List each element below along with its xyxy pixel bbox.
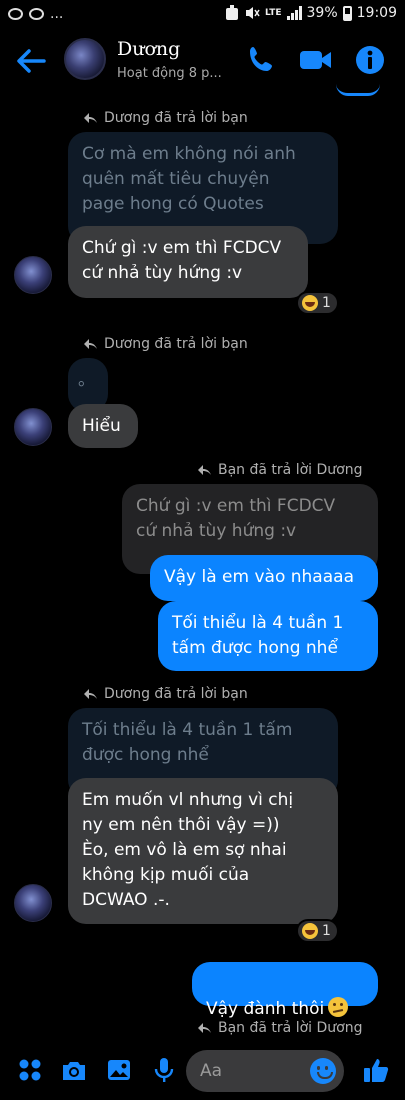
reply-note: Dương đã trả lời bạn	[84, 336, 248, 352]
sender-avatar[interactable]	[14, 408, 52, 446]
message-text: Vậy đành thôi	[206, 999, 325, 1019]
reply-note-text: Dương đã trả lời bạn	[104, 110, 248, 126]
reply-arrow-icon	[198, 465, 211, 475]
reply-arrow-icon	[198, 1023, 211, 1033]
contact-avatar[interactable]	[64, 38, 106, 80]
message-input[interactable]: Aa	[186, 1050, 344, 1092]
gallery-icon[interactable]	[105, 1056, 133, 1084]
menu-dots-icon[interactable]	[16, 1056, 44, 1084]
thumbs-up-icon[interactable]	[362, 1056, 390, 1084]
contact-status: Hoạt động 8 p...	[117, 66, 222, 81]
chat-header: Dương Hoạt động 8 p...	[0, 30, 405, 92]
incoming-message[interactable]: Chứ gì :v em thì FCDCV cứ nhả tùy hứng :…	[68, 226, 308, 298]
system-icons: LTE 39% 19:09	[225, 5, 397, 21]
confused-emoji-icon	[328, 997, 349, 1017]
outgoing-message[interactable]: Vậy là em vào nhaaaa	[150, 555, 378, 601]
back-arrow-icon[interactable]	[14, 44, 48, 78]
notification-icon	[8, 8, 23, 20]
laugh-emoji-icon	[302, 923, 318, 939]
message-input-placeholder: Aa	[200, 1061, 223, 1081]
battery-percent: 39%	[306, 5, 338, 21]
notification-more: ...	[50, 6, 64, 22]
previous-message-edge	[336, 84, 380, 96]
reply-arrow-icon	[84, 339, 97, 349]
incoming-message[interactable]: Em muốn vl nhưng vì chị ny em nên thôi v…	[68, 778, 338, 924]
sender-avatar[interactable]	[14, 256, 52, 294]
outgoing-message[interactable]: Tối thiểu là 4 tuần 1 tấm được hong nhể	[158, 601, 378, 671]
composer-bar: Aa	[0, 1042, 405, 1100]
network-type: LTE	[264, 7, 282, 18]
alarm-icon	[225, 5, 238, 20]
reply-note-text: Bạn đã trả lời Dương	[218, 462, 363, 478]
contact-name[interactable]: Dương	[117, 38, 180, 60]
laugh-emoji-icon	[302, 295, 318, 311]
info-icon[interactable]	[354, 44, 386, 76]
sender-avatar[interactable]	[14, 884, 52, 922]
battery-icon	[342, 5, 352, 21]
notification-icons: ...	[8, 6, 63, 22]
reply-note: Dương đã trả lời bạn	[84, 110, 248, 126]
reply-arrow-icon	[84, 113, 97, 123]
reply-note-text: Dương đã trả lời bạn	[104, 686, 248, 702]
emoji-icon[interactable]	[310, 1058, 336, 1084]
camera-icon[interactable]	[60, 1056, 88, 1084]
microphone-icon[interactable]	[150, 1056, 178, 1084]
reply-note: Bạn đã trả lời Dương	[198, 1020, 362, 1036]
reaction-badge[interactable]: 1	[296, 919, 339, 943]
video-camera-icon[interactable]	[298, 46, 334, 74]
phone-icon[interactable]	[245, 44, 277, 76]
notification-icon	[29, 8, 44, 20]
reaction-count: 1	[322, 923, 331, 939]
mute-icon	[245, 7, 260, 19]
reply-note: Bạn đã trả lời Dương	[198, 462, 362, 478]
outgoing-message[interactable]: Vậy đành thôi	[192, 962, 378, 1019]
status-bar: ... LTE 39% 19:09	[0, 0, 405, 30]
signal-icon	[286, 6, 302, 20]
clock: 19:09	[356, 5, 397, 21]
reaction-badge[interactable]: 1	[296, 291, 339, 315]
reply-note-text: Dương đã trả lời bạn	[104, 336, 248, 352]
incoming-message[interactable]: Hiểu	[68, 404, 138, 448]
reply-note-text: Bạn đã trả lời Dương	[218, 1020, 363, 1036]
reply-arrow-icon	[84, 689, 97, 699]
reply-note: Dương đã trả lời bạn	[84, 686, 248, 702]
reaction-count: 1	[322, 295, 331, 311]
